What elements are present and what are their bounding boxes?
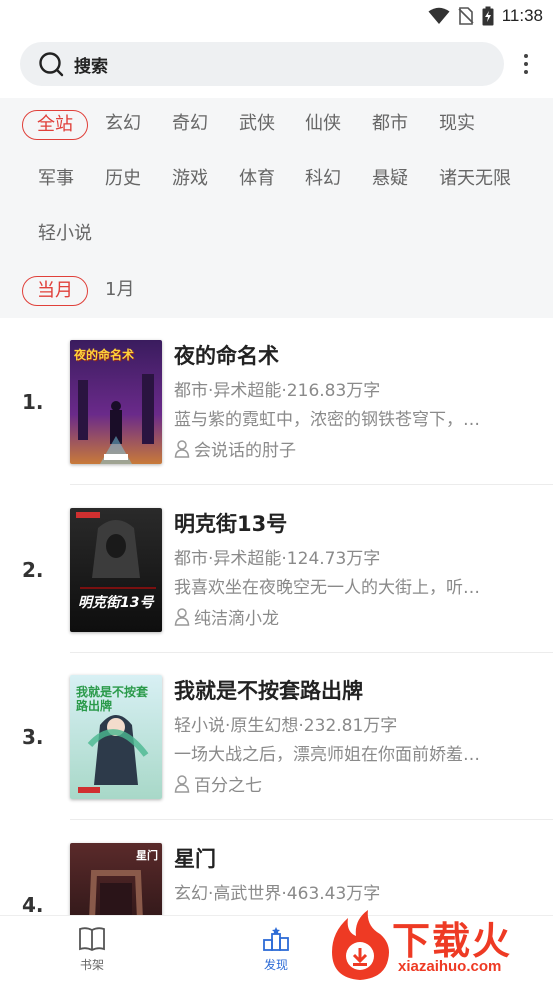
book-icon bbox=[79, 927, 105, 952]
divider bbox=[70, 484, 553, 485]
list-item[interactable]: 1. 夜的命名术 夜的命名术 都市·异术超能·216.83万字 蓝与紫的霓虹中，… bbox=[0, 318, 553, 485]
rank-number: 2. bbox=[22, 558, 44, 582]
cover-title-text: 星门 bbox=[136, 849, 158, 862]
period-chip-january[interactable]: 1月 bbox=[105, 276, 134, 306]
book-description: 我喜欢坐在夜晚空无一人的大街上，听… bbox=[174, 578, 480, 598]
tab-bookshelf-label: 书架 bbox=[79, 958, 104, 972]
category-chip[interactable]: 轻小说 bbox=[38, 220, 92, 250]
divider bbox=[70, 819, 553, 820]
book-title: 星门 bbox=[174, 847, 216, 871]
period-chip-current-month[interactable]: 当月 bbox=[22, 276, 88, 306]
book-title: 我就是不按套路出牌 bbox=[174, 679, 363, 703]
person-icon bbox=[174, 774, 190, 793]
category-chip[interactable]: 现实 bbox=[439, 110, 475, 140]
watermark: 下载火 xiazaihuo.com bbox=[326, 908, 550, 982]
category-chip[interactable]: 都市 bbox=[372, 110, 408, 140]
rank-number: 3. bbox=[22, 725, 44, 749]
category-chip[interactable]: 诸天无限 bbox=[439, 165, 511, 195]
category-chip-all[interactable]: 全站 bbox=[22, 110, 88, 140]
category-chip[interactable]: 玄幻 bbox=[105, 110, 141, 140]
tab-discover-label: 发现 bbox=[263, 958, 288, 972]
author-name: 百分之七 bbox=[194, 776, 262, 796]
book-author: 纯洁滴小龙 bbox=[174, 604, 279, 629]
book-cover: 我就是不按套路出牌 bbox=[70, 675, 162, 799]
search-icon bbox=[39, 52, 64, 77]
tab-bookshelf[interactable]: 书架 bbox=[42, 916, 142, 983]
no-sim-icon bbox=[458, 7, 474, 25]
category-chip[interactable]: 奇幻 bbox=[172, 110, 208, 140]
book-meta: 都市·异术超能·216.83万字 bbox=[174, 381, 381, 401]
person-icon bbox=[174, 607, 190, 626]
category-chip[interactable]: 科幻 bbox=[305, 165, 341, 195]
book-cover: 夜的命名术 bbox=[70, 340, 162, 464]
book-meta: 轻小说·原生幻想·232.81万字 bbox=[174, 716, 398, 736]
search-label: 搜索 bbox=[74, 56, 108, 77]
book-meta: 都市·异术超能·124.73万字 bbox=[174, 549, 381, 569]
status-bar: 11:38 bbox=[0, 0, 553, 32]
wifi-icon bbox=[428, 7, 450, 24]
category-chip[interactable]: 武侠 bbox=[239, 110, 275, 140]
rank-number: 1. bbox=[22, 390, 44, 414]
category-chip[interactable]: 仙侠 bbox=[305, 110, 341, 140]
author-name: 会说话的肘子 bbox=[194, 441, 296, 461]
author-name: 纯洁滴小龙 bbox=[194, 609, 279, 629]
book-author: 会说话的肘子 bbox=[174, 436, 296, 461]
category-chip[interactable]: 游戏 bbox=[172, 165, 208, 195]
book-author: 百分之七 bbox=[174, 771, 262, 796]
category-chip[interactable]: 军事 bbox=[38, 165, 74, 195]
category-chip[interactable]: 历史 bbox=[105, 165, 141, 195]
category-filter-panel: 全站 玄幻 奇幻 武侠 仙侠 都市 现实 军事 历史 游戏 体育 科幻 悬疑 诸… bbox=[0, 98, 553, 318]
category-chip[interactable]: 体育 bbox=[239, 165, 275, 195]
more-menu-icon[interactable] bbox=[516, 50, 536, 78]
clock: 11:38 bbox=[501, 6, 543, 25]
battery-charging-icon bbox=[482, 6, 494, 26]
watermark-text: 下载火 bbox=[392, 919, 513, 963]
search-box[interactable]: 搜索 bbox=[20, 42, 504, 86]
cover-title-text: 明克街13号 bbox=[78, 595, 154, 611]
book-description: 蓝与紫的霓虹中，浓密的钢铁苍穹下，… bbox=[174, 410, 480, 430]
search-bar-row: 搜索 bbox=[0, 40, 553, 88]
book-description: 一场大战之后，漂亮师姐在你面前娇羞… bbox=[174, 745, 480, 765]
book-title: 明克街13号 bbox=[174, 512, 288, 536]
book-title: 夜的命名术 bbox=[174, 344, 279, 368]
list-item[interactable]: 2. 明克街13号 明克街13号 都市·异术超能·124.73万字 我喜欢坐在夜… bbox=[0, 486, 553, 653]
list-item[interactable]: 3. 我就是不按套路出牌 我就是不按套路出牌 轻小说·原生幻想·232.81万字… bbox=[0, 653, 553, 820]
watermark-url: xiazaihuo.com bbox=[398, 958, 502, 975]
ranking-podium-icon bbox=[263, 927, 289, 951]
cover-title-text: 我就是不按套路出牌 bbox=[76, 685, 149, 713]
rank-number: 4. bbox=[22, 893, 44, 917]
person-icon bbox=[174, 439, 190, 458]
cover-title-text: 夜的命名术 bbox=[74, 348, 135, 362]
category-chip[interactable]: 悬疑 bbox=[372, 165, 408, 195]
book-cover: 明克街13号 bbox=[70, 508, 162, 632]
tab-discover[interactable]: 发现 bbox=[226, 916, 326, 983]
flame-logo-icon bbox=[332, 910, 389, 980]
book-meta: 玄幻·高武世界·463.43万字 bbox=[174, 884, 381, 904]
